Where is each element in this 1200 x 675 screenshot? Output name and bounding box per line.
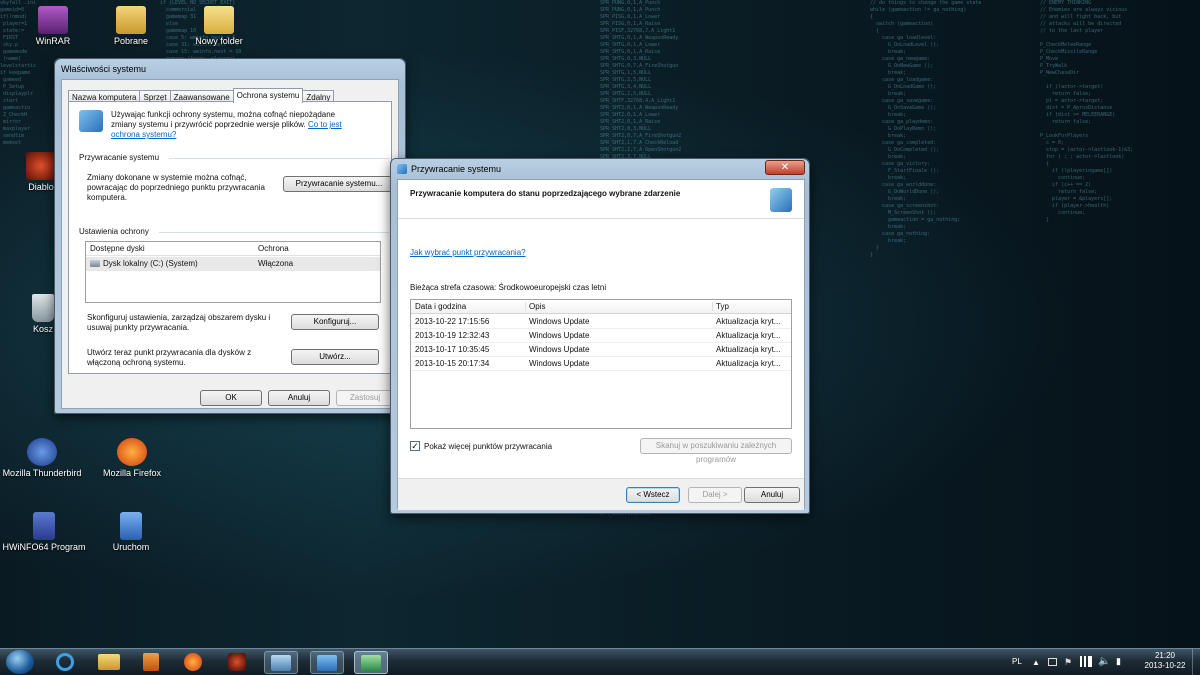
table-row[interactable]: 2013-10-17 10:35:45 Windows Update Aktua…	[411, 343, 791, 357]
system-restore-icon	[397, 164, 407, 174]
taskbar-explorer[interactable]	[92, 651, 126, 674]
window-title: Przywracanie systemu	[411, 164, 502, 174]
taskbar-system-restore[interactable]	[354, 651, 388, 674]
show-hidden-icon[interactable]	[1048, 658, 1057, 666]
how-to-choose-link[interactable]: Jak wybrać punkt przywracania?	[410, 248, 526, 257]
ok-button[interactable]: OK	[200, 390, 262, 406]
apply-button[interactable]: Zastosuj	[336, 390, 394, 406]
action-center-icon[interactable]: ⚑	[1064, 657, 1072, 668]
restore-heading: Przywracanie komputera do stanu poprzedz…	[410, 189, 681, 198]
language-indicator[interactable]: PL	[1012, 657, 1022, 666]
create-button[interactable]: Utwórz...	[291, 349, 379, 365]
system-properties-window: Właściwości systemu Nazwa komputera Sprz…	[54, 58, 406, 414]
desktop-icon-nowy-folder[interactable]: Nowy folder	[184, 6, 254, 46]
show-more-label: Pokaż więcej punktów przywracania	[424, 442, 553, 451]
col-available-drives[interactable]: Dostępne dyski	[90, 244, 145, 253]
restore-wizard-icon	[770, 188, 792, 212]
desktop-icon-uruchom[interactable]: Uruchom	[96, 512, 166, 552]
desktop-icon-winrar[interactable]: WinRAR	[18, 6, 88, 46]
protection-section-label: Ustawienia ochrony	[79, 227, 149, 236]
taskbar-media-player[interactable]	[134, 651, 168, 674]
restore-client: Przywracanie komputera do stanu poprzedz…	[397, 179, 805, 510]
control-panel-icon	[271, 655, 291, 671]
wallpaper-code: // do things to change the game state wh…	[870, 0, 982, 258]
clock-time: 21:20	[1154, 651, 1176, 660]
table-row[interactable]: 2013-10-19 12:32:43 Windows Update Aktua…	[411, 329, 791, 343]
cancel-button[interactable]: Anuluj	[268, 390, 330, 406]
back-button[interactable]: < Wstecz	[626, 487, 680, 503]
table-row[interactable]: 2013-10-22 17:15:56 Windows Update Aktua…	[411, 315, 791, 329]
diablo-icon	[228, 653, 246, 671]
intro-text: Używając funkcji ochrony systemu, można …	[111, 110, 336, 129]
desktop-icon-firefox[interactable]: Mozilla Firefox	[94, 438, 170, 478]
computer-icon	[317, 655, 337, 671]
taskbar-system-properties[interactable]	[310, 651, 344, 674]
clock-date: 2013-10-22	[1144, 661, 1186, 670]
window-title: Właściwości systemu	[61, 64, 147, 74]
start-button[interactable]	[6, 650, 34, 674]
col-description[interactable]: Opis	[525, 302, 545, 311]
internet-explorer-icon	[56, 653, 74, 671]
timezone-label: Bieżąca strefa czasowa: Środkowoeuropejs…	[410, 283, 607, 292]
restore-section-label: Przywracanie systemu	[79, 153, 160, 162]
next-button[interactable]: Dalej >	[688, 487, 742, 503]
show-desktop-button[interactable]	[1192, 649, 1200, 675]
col-date[interactable]: Data i godzina	[415, 302, 466, 311]
system-protection-icon	[79, 110, 103, 132]
taskbar-ie[interactable]	[48, 651, 82, 674]
wallpaper-code: // ENEMY THINKING // Enemies are always …	[1040, 0, 1134, 223]
firefox-icon	[117, 438, 147, 466]
desktop-icon-thunderbird[interactable]: Mozilla Thunderbird	[0, 438, 84, 478]
restore-points-list[interactable]: Data i godzina Opis Typ 2013-10-22 17:15…	[410, 299, 792, 429]
winrar-icon	[38, 6, 68, 34]
drive-protection-status: Włączona	[258, 259, 294, 268]
table-row[interactable]: 2013-10-15 20:17:34 Windows Update Aktua…	[411, 357, 791, 371]
taskbar: PL ▲ ⚑ 🔈 ▮ 21:20 2013-10-22	[0, 648, 1200, 675]
configure-description: Skonfiguruj ustawienia, zarządzaj obszar…	[87, 313, 271, 332]
desktop-icon-hwinfo[interactable]: HWiNFO64 Program	[0, 512, 88, 552]
taskbar-diablo[interactable]	[220, 651, 254, 674]
tab-panel: Używając funkcji ochrony systemu, można …	[68, 101, 395, 374]
chevron-up-icon[interactable]: ▲	[1032, 658, 1040, 667]
folder-icon	[98, 654, 120, 670]
network-icon[interactable]	[1080, 656, 1092, 667]
list-header: Data i godzina Opis Typ	[411, 300, 791, 314]
diablo-icon	[26, 152, 56, 180]
folder-icon	[116, 6, 146, 34]
drive-row[interactable]: Dysk lokalny (C:) (System) Włączona	[86, 257, 380, 271]
flag-icon[interactable]: ▮	[1116, 656, 1121, 667]
tab-bar: Nazwa komputera Sprzęt Zaawansowane Ochr…	[68, 88, 335, 103]
hard-drive-icon	[90, 260, 100, 267]
cancel-button[interactable]: Anuluj	[744, 487, 800, 503]
close-icon: ✕	[780, 162, 790, 173]
desktop-icon-pobrane[interactable]: Pobrane	[96, 6, 166, 46]
taskbar-control-panel[interactable]	[264, 651, 298, 674]
configure-button[interactable]: Konfiguruj...	[291, 314, 379, 330]
col-protection[interactable]: Ochrona	[258, 244, 289, 253]
firefox-icon	[184, 653, 202, 671]
sysprops-client: Nazwa komputera Sprzęt Zaawansowane Ochr…	[61, 79, 399, 409]
folder-icon	[204, 6, 234, 34]
col-type[interactable]: Typ	[712, 302, 729, 311]
volume-icon[interactable]: 🔈	[1098, 656, 1110, 667]
tab-system-protection[interactable]: Ochrona systemu	[232, 88, 304, 103]
create-description: Utwórz teraz punkt przywracania dla dysk…	[87, 348, 252, 367]
media-player-icon	[143, 653, 159, 671]
taskbar-firefox[interactable]	[176, 651, 210, 674]
run-icon	[120, 512, 142, 540]
close-button[interactable]: ✕	[765, 160, 805, 175]
system-restore-button[interactable]: Przywracanie systemu...	[283, 176, 395, 192]
thunderbird-icon	[27, 438, 57, 466]
recycle-bin-icon	[32, 294, 54, 322]
restore-description: Zmiany dokonane w systemie można cofnąć,…	[87, 173, 265, 202]
drives-list[interactable]: Dostępne dyski Ochrona Dysk lokalny (C:)…	[85, 241, 381, 303]
system-restore-window: Przywracanie systemu ✕ Przywracanie komp…	[390, 158, 810, 514]
hwinfo-icon	[33, 512, 55, 540]
show-more-checkbox[interactable]: ✓	[410, 441, 420, 451]
clock[interactable]: 21:20 2013-10-22	[1140, 651, 1190, 671]
system-restore-icon	[361, 655, 381, 671]
scan-programs-button[interactable]: Skanuj w poszukiwaniu zależnych programó…	[640, 438, 792, 464]
drive-name: Dysk lokalny (C:) (System)	[103, 259, 198, 268]
